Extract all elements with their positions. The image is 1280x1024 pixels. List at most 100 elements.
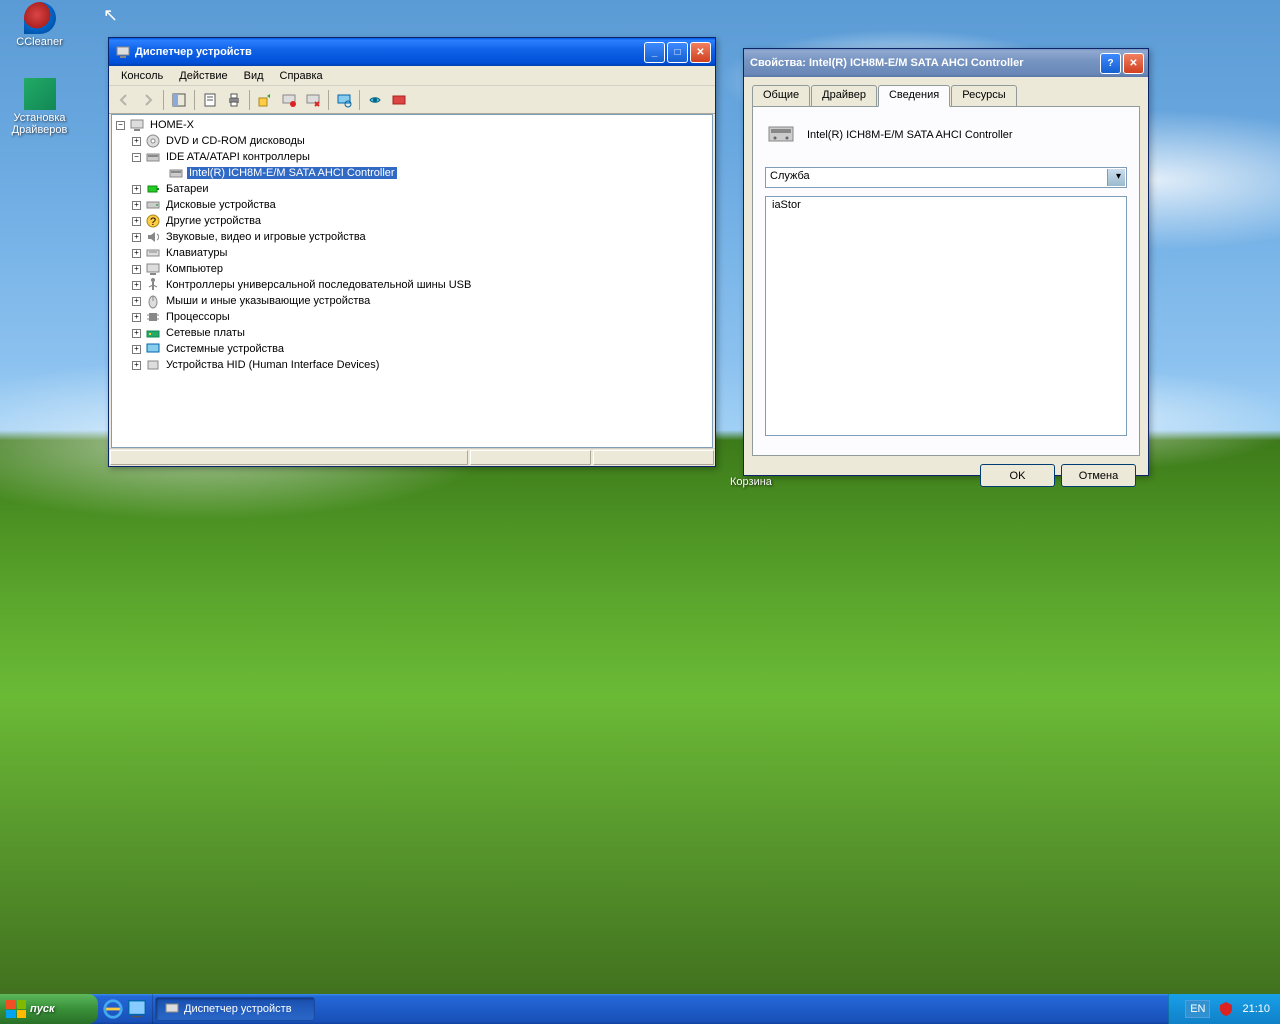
list-item[interactable]: iaStor <box>772 199 1120 211</box>
toolbar-separator <box>359 90 360 110</box>
start-button[interactable]: пуск <box>0 994 98 1024</box>
tree-label[interactable]: Клавиатуры <box>164 247 229 259</box>
tree-root[interactable]: − HOME-X <box>114 117 710 133</box>
property-dropdown[interactable]: Служба <box>765 167 1127 188</box>
toolbar-separator <box>328 90 329 110</box>
tree-node[interactable]: + Сетевые платы <box>114 325 710 341</box>
ie-icon[interactable] <box>102 998 124 1020</box>
tree-label[interactable]: Дисковые устройства <box>164 199 278 211</box>
expander-icon[interactable]: + <box>132 201 141 210</box>
device-category-icon <box>145 309 161 325</box>
start-label: пуск <box>30 1003 55 1015</box>
expander-icon[interactable]: + <box>132 313 141 322</box>
tree-label[interactable]: Мыши и иные указывающие устройства <box>164 295 372 307</box>
clock[interactable]: 21:10 <box>1242 1003 1270 1015</box>
menu-help[interactable]: Справка <box>272 68 331 83</box>
tree-node[interactable]: + Компьютер <box>114 261 710 277</box>
expander-icon[interactable]: + <box>132 137 141 146</box>
expander-icon[interactable]: − <box>116 121 125 130</box>
scan-hardware-button[interactable] <box>333 89 355 111</box>
expander-icon[interactable]: + <box>132 361 141 370</box>
expander-icon[interactable]: + <box>132 329 141 338</box>
tree-node-child[interactable]: Intel(R) ICH8M-E/M SATA AHCI Controller <box>114 165 710 181</box>
titlebar[interactable]: Свойства: Intel(R) ICH8M-E/M SATA AHCI C… <box>744 49 1148 77</box>
minimize-button[interactable]: _ <box>644 42 665 63</box>
tree-label[interactable]: Сетевые платы <box>164 327 247 339</box>
tree-node[interactable]: +?Другие устройства <box>114 213 710 229</box>
titlebar[interactable]: Диспетчер устройств _ □ ✕ <box>109 38 715 66</box>
show-hide-console-button[interactable] <box>168 89 190 111</box>
tree-node[interactable]: − IDE ATA/ATAPI контроллеры <box>114 149 710 165</box>
tree-node[interactable]: + Звуковые, видео и игровые устройства <box>114 229 710 245</box>
tree-label[interactable]: HOME-X <box>148 119 196 131</box>
deja-button[interactable] <box>364 89 386 111</box>
device-category-icon <box>145 325 161 341</box>
tree-node[interactable]: + Устройства HID (Human Interface Devices… <box>114 357 710 373</box>
menu-view[interactable]: Вид <box>236 68 272 83</box>
properties-button[interactable] <box>199 89 221 111</box>
expander-icon[interactable]: + <box>132 233 141 242</box>
expander-icon[interactable]: + <box>132 249 141 258</box>
tree-label[interactable]: Компьютер <box>164 263 225 275</box>
tree-label[interactable]: Процессоры <box>164 311 232 323</box>
expander-icon[interactable]: − <box>132 153 141 162</box>
tree-node[interactable]: + Мыши и иные указывающие устройства <box>114 293 710 309</box>
cancel-button[interactable]: Отмена <box>1061 464 1136 487</box>
tree-node[interactable]: + Клавиатуры <box>114 245 710 261</box>
forward-button[interactable] <box>137 89 159 111</box>
menu-console[interactable]: Консоль <box>113 68 171 83</box>
tab-general[interactable]: Общие <box>752 85 810 106</box>
update-driver-button[interactable] <box>254 89 276 111</box>
device-category-icon <box>145 133 161 149</box>
device-tree[interactable]: − HOME-X + DVD и CD-ROM дисководы − IDE ATA… <box>111 114 713 448</box>
back-button[interactable] <box>113 89 135 111</box>
desktop-icon-ccleaner[interactable]: CCleaner <box>2 2 77 48</box>
expander-icon[interactable]: + <box>132 217 141 226</box>
tree-label[interactable]: Звуковые, видео и игровые устройства <box>164 231 368 243</box>
tree-node[interactable]: + Системные устройства <box>114 341 710 357</box>
disable-button[interactable] <box>278 89 300 111</box>
tree-label[interactable]: Устройства HID (Human Interface Devices) <box>164 359 381 371</box>
taskbar: пуск Диспетчер устройств EN 21:10 <box>0 994 1280 1024</box>
menu-action[interactable]: Действие <box>171 68 235 83</box>
tree-label[interactable]: DVD и CD-ROM дисководы <box>164 135 307 147</box>
tab-driver[interactable]: Драйвер <box>811 85 877 106</box>
dejavu-button[interactable] <box>388 89 410 111</box>
close-button[interactable]: ✕ <box>690 42 711 63</box>
tab-details[interactable]: Сведения <box>878 85 950 107</box>
maximize-button[interactable]: □ <box>667 42 688 63</box>
close-button[interactable]: ✕ <box>1123 53 1144 74</box>
tree-label[interactable]: Контроллеры универсальной последовательн… <box>164 279 473 291</box>
quicklaunch <box>98 994 153 1024</box>
print-button[interactable] <box>223 89 245 111</box>
expander-icon[interactable]: + <box>132 345 141 354</box>
computer-icon <box>164 1001 180 1017</box>
tree-node[interactable]: + DVD и CD-ROM дисководы <box>114 133 710 149</box>
system-tray: EN 21:10 <box>1168 994 1280 1024</box>
expander-icon[interactable]: + <box>132 265 141 274</box>
desktop[interactable]: ↖ CCleaner Установка Драйверов Корзина Д… <box>0 0 1280 1024</box>
tree-label[interactable]: Intel(R) ICH8M-E/M SATA AHCI Controller <box>187 167 397 179</box>
tree-node[interactable]: + Дисковые устройства <box>114 197 710 213</box>
language-indicator[interactable]: EN <box>1185 1000 1210 1018</box>
help-button[interactable]: ? <box>1100 53 1121 74</box>
tree-label[interactable]: Системные устройства <box>164 343 286 355</box>
status-panel <box>110 450 468 465</box>
tree-label[interactable]: IDE ATA/ATAPI контроллеры <box>164 151 312 163</box>
expander-icon[interactable]: + <box>132 185 141 194</box>
desktop-icon-drivers[interactable]: Установка Драйверов <box>2 78 77 136</box>
property-value-list[interactable]: iaStor <box>765 196 1127 436</box>
tree-label[interactable]: Батареи <box>164 183 211 195</box>
show-desktop-icon[interactable] <box>126 998 148 1020</box>
expander-icon[interactable]: + <box>132 297 141 306</box>
ok-button[interactable]: OK <box>980 464 1055 487</box>
uninstall-button[interactable] <box>302 89 324 111</box>
tree-node[interactable]: + Контроллеры универсальной последователь… <box>114 277 710 293</box>
taskbar-button-devmgr[interactable]: Диспетчер устройств <box>155 997 315 1021</box>
expander-icon[interactable]: + <box>132 281 141 290</box>
tree-node[interactable]: + Процессоры <box>114 309 710 325</box>
tree-label[interactable]: Другие устройства <box>164 215 263 227</box>
tab-resources[interactable]: Ресурсы <box>951 85 1016 106</box>
security-icon[interactable] <box>1218 1001 1234 1017</box>
tree-node[interactable]: + Батареи <box>114 181 710 197</box>
